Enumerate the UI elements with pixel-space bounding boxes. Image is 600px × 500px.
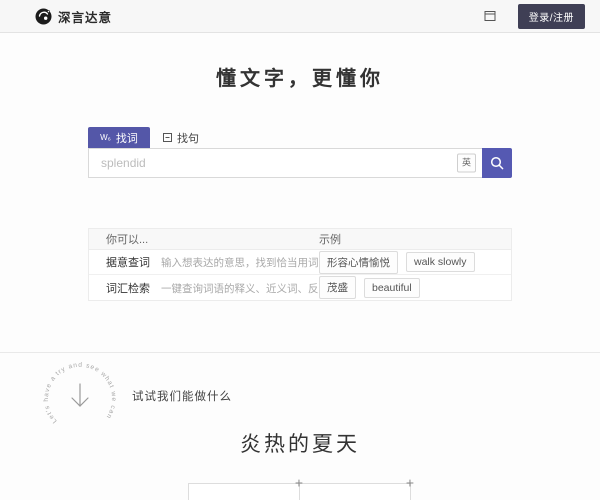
example-chip[interactable]: 茂盛 <box>319 276 356 299</box>
example-chip[interactable]: beautiful <box>364 278 420 298</box>
try-section: Let's have a try and see what we can do … <box>42 358 232 434</box>
try-label: 试试我们能做什么 <box>132 388 232 404</box>
language-toggle-button[interactable]: 英 <box>457 154 476 173</box>
demo-title: 炎热的夏天 <box>0 428 600 458</box>
tab-find-word-label: 找词 <box>116 130 138 146</box>
tab-find-sentence-label: 找句 <box>177 130 199 146</box>
logo-text: 深言达意 <box>58 7 112 26</box>
examples-table: 你可以... 示例 据意查词 输入想表达的意思，找到恰当用词 形容心情愉悦 wa… <box>88 228 512 301</box>
feature-description: 一键查询词语的释义、近义词、反义词、联想词等 <box>161 281 319 296</box>
tab-find-word[interactable]: W₆ 找词 <box>88 127 150 148</box>
column-header-features: 你可以... <box>89 231 319 247</box>
search-input-wrap: 英 <box>88 148 482 178</box>
example-chip[interactable]: 形容心情愉悦 <box>319 251 398 274</box>
search-button[interactable] <box>482 148 512 178</box>
page: 深言达意 登录/注册 懂文字，更懂你 W₆ 找词 找句 <box>0 0 600 500</box>
header: 深言达意 登录/注册 <box>0 0 600 33</box>
section-divider <box>0 352 600 353</box>
app-window-icon[interactable] <box>484 10 496 22</box>
tab-find-sentence[interactable]: 找句 <box>150 127 212 148</box>
search-tabs: W₆ 找词 找句 <box>88 127 512 148</box>
word-tab-icon: W₆ <box>100 134 111 142</box>
search-input[interactable] <box>89 149 482 177</box>
example-chip[interactable]: walk slowly <box>406 252 475 272</box>
logo-icon <box>35 8 52 25</box>
column-header-examples: 示例 <box>319 231 511 247</box>
search-block: W₆ 找词 找句 英 <box>88 127 512 178</box>
table-row: 词汇检索 一键查询词语的释义、近义词、反义词、联想词等 茂盛 beautiful <box>89 275 511 300</box>
demo-card[interactable] <box>189 484 299 500</box>
demo-cards <box>188 483 411 500</box>
search-icon <box>490 156 504 170</box>
demo-card[interactable] <box>299 484 410 500</box>
page-title: 懂文字，更懂你 <box>0 62 600 91</box>
feature-name: 据意查词 <box>106 254 150 270</box>
table-row: 据意查词 输入想表达的意思，找到恰当用词 形容心情愉悦 walk slowly <box>89 250 511 275</box>
examples-table-header: 你可以... 示例 <box>89 229 511 250</box>
scroll-hint-badge: Let's have a try and see what we can do <box>42 358 118 434</box>
feature-name: 词汇检索 <box>106 280 150 296</box>
arrow-down-icon <box>72 384 88 406</box>
searchbar: 英 <box>88 148 512 178</box>
feature-description: 输入想表达的意思，找到恰当用词 <box>161 255 319 270</box>
login-register-button[interactable]: 登录/注册 <box>518 4 585 29</box>
logo[interactable]: 深言达意 <box>35 7 112 26</box>
sentence-tab-icon <box>163 133 172 142</box>
